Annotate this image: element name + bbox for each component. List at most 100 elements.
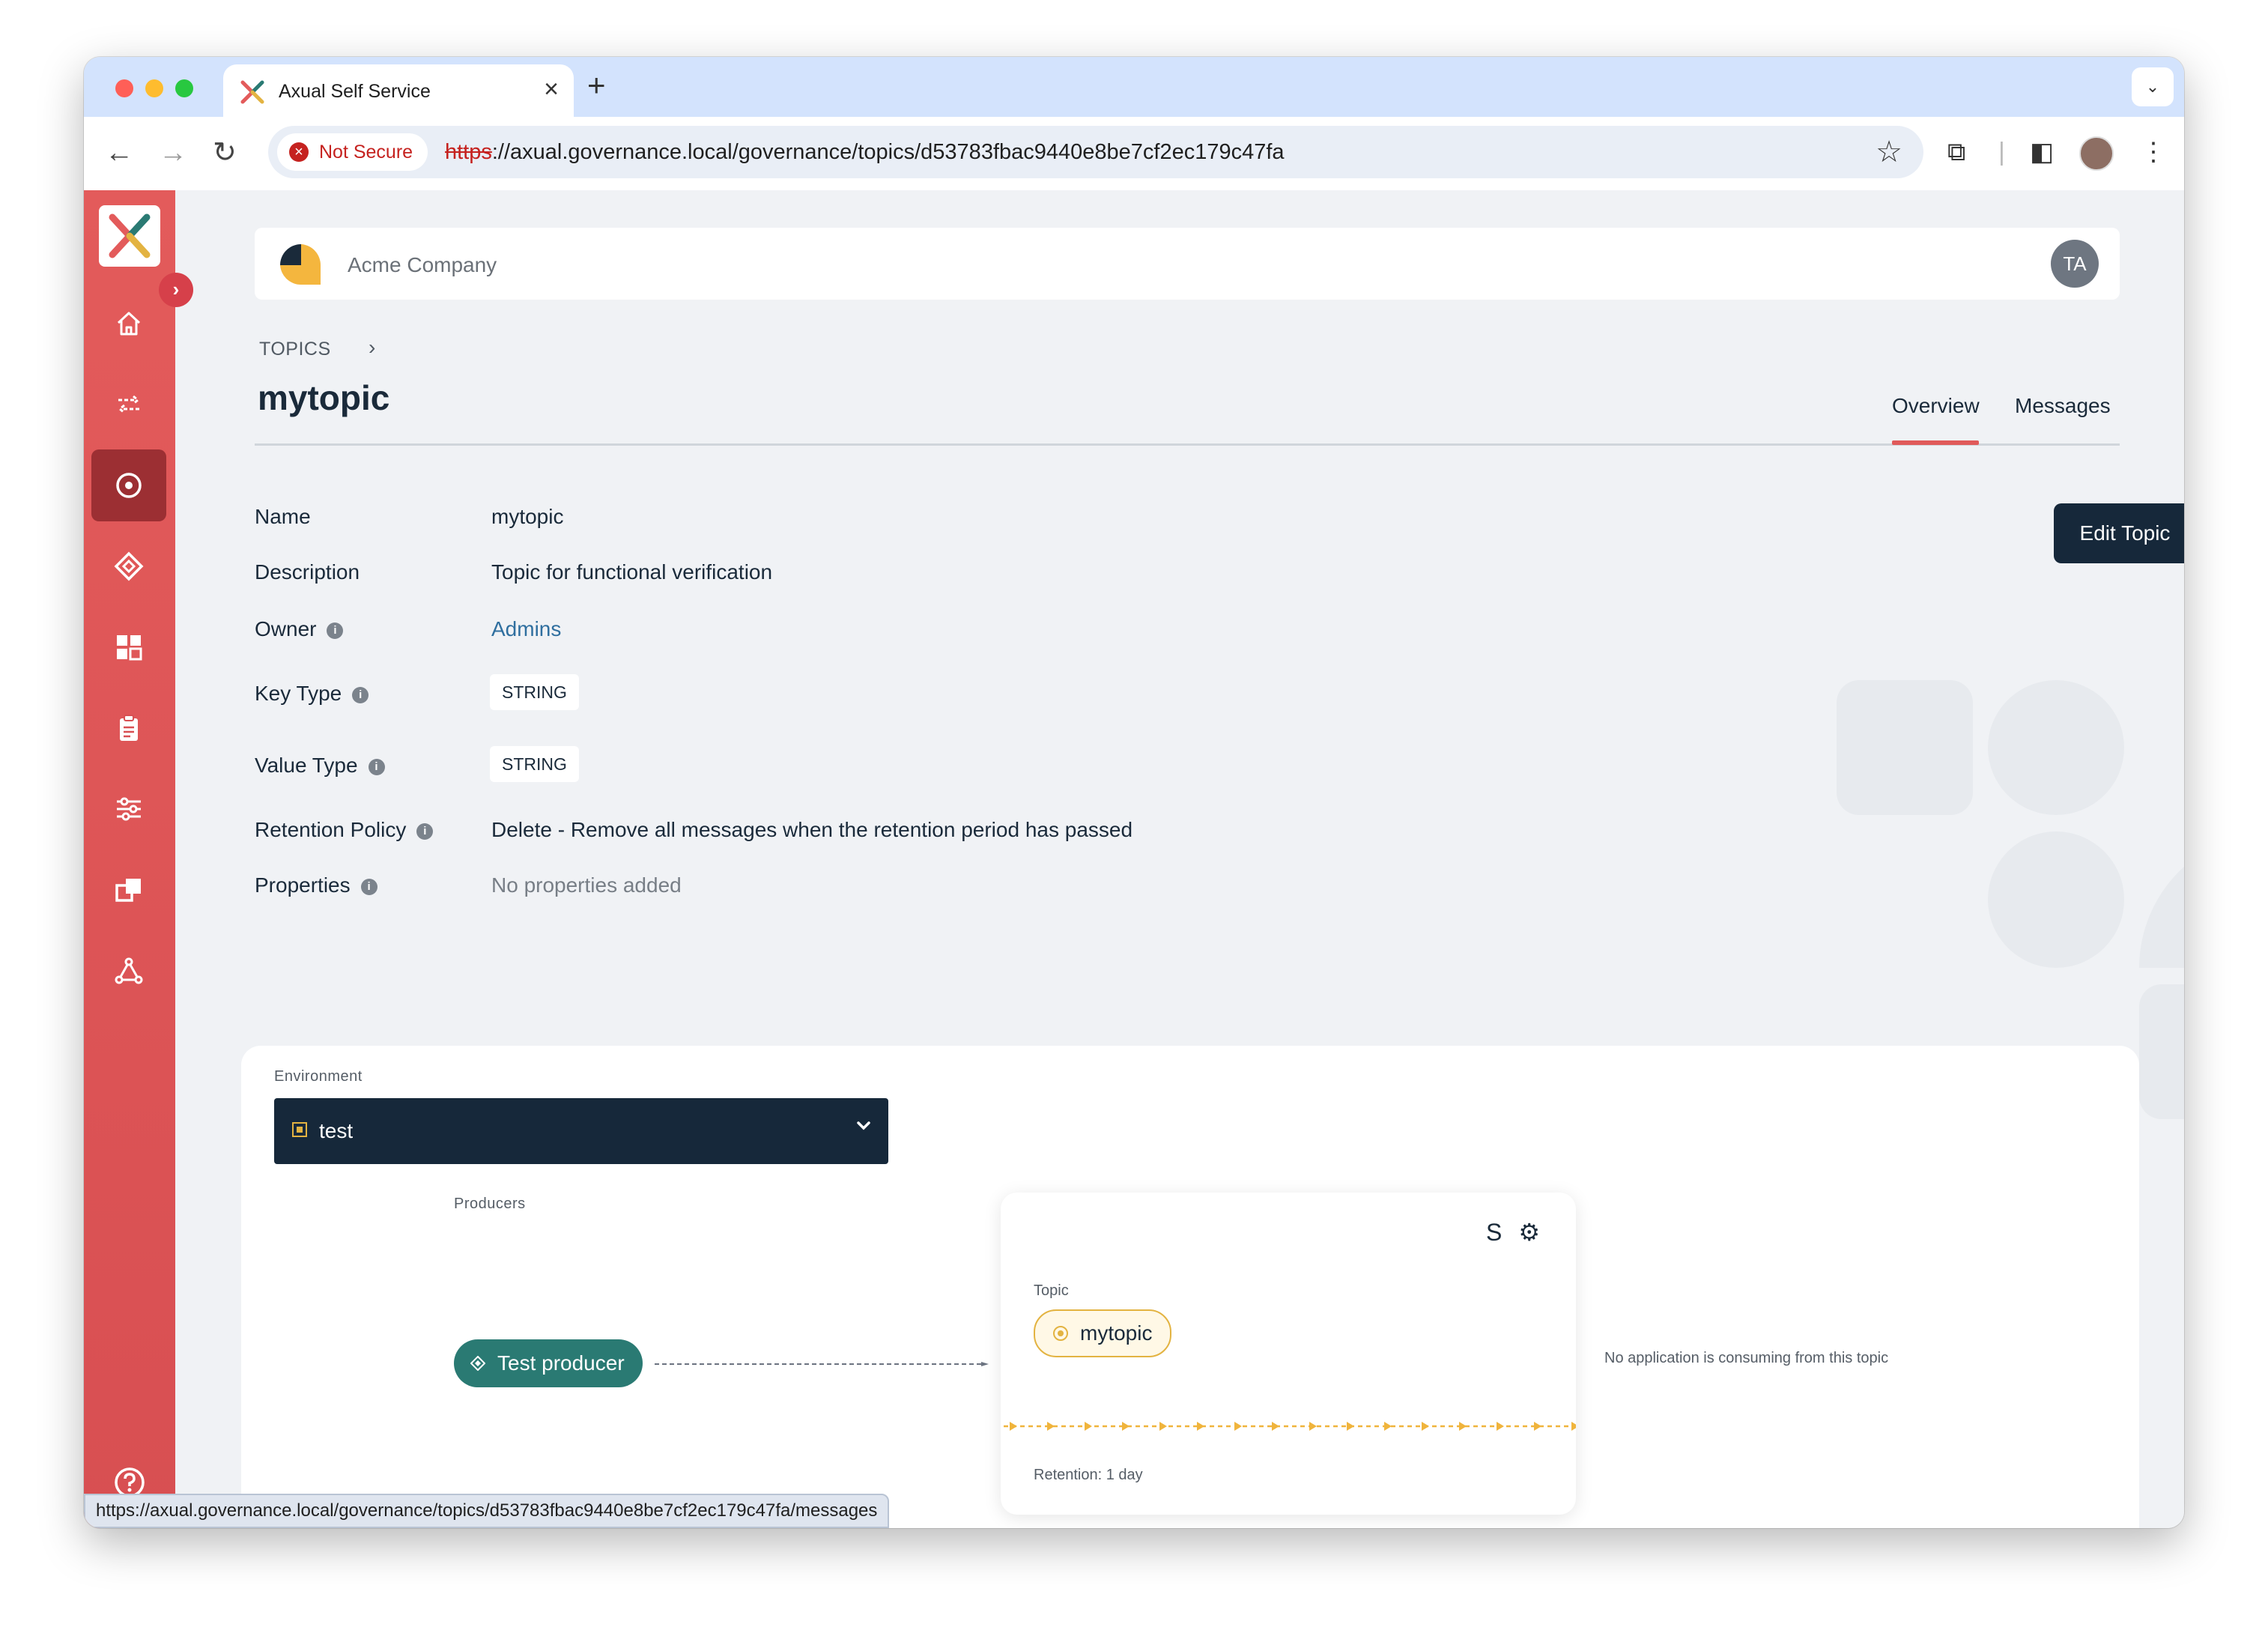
producer-node[interactable]: Test producer (454, 1339, 643, 1387)
producer-flow-arrow (655, 1362, 989, 1366)
streams-icon (118, 395, 140, 414)
instances-icon (115, 879, 141, 902)
info-icon[interactable]: i (327, 622, 344, 639)
background-decoration (1988, 680, 2124, 815)
network-icon (115, 957, 143, 984)
tab-strip: Axual Self Service × + ⌄ (84, 57, 2184, 117)
more-menu-icon[interactable]: ⋮ (2141, 133, 2166, 171)
environment-select[interactable]: test (274, 1098, 888, 1164)
nav-item-clipboard[interactable] (91, 692, 166, 764)
nav-item-home[interactable] (91, 288, 166, 360)
nav-item-settings[interactable] (91, 773, 166, 845)
retention-info: Retention: 1 day (1034, 1467, 1143, 1483)
value-type-label: Value Type (255, 754, 358, 777)
nav-item-dashboard[interactable] (91, 611, 166, 683)
tab-overview[interactable]: Overview (1892, 394, 1980, 418)
retention-value: Delete - Remove all messages when the re… (491, 818, 1133, 841)
reload-icon[interactable]: ↻ (213, 136, 237, 169)
page-title: mytopic (258, 378, 390, 417)
stream-arrowhead (1497, 1422, 1504, 1431)
expand-sidebar-button[interactable]: › (159, 273, 193, 307)
tab-messages[interactable]: Messages (2015, 394, 2111, 418)
url-text[interactable]: https://axual.governance.local/governanc… (445, 140, 1285, 165)
minimize-window-button[interactable] (145, 79, 163, 97)
info-icon[interactable]: i (368, 758, 385, 775)
tab-close-icon[interactable]: × (544, 76, 559, 102)
name-label: Name (255, 505, 311, 528)
sidebar: › (84, 190, 193, 1528)
topic-icon (1053, 1326, 1068, 1341)
info-icon[interactable]: i (360, 878, 378, 895)
background-decoration (1988, 831, 2124, 968)
key-type-field: Key Type i (255, 682, 369, 706)
url-path: ://axual.governance.local/governance/top… (491, 140, 1285, 164)
producers-label: Producers (454, 1196, 526, 1212)
address-bar[interactable]: × Not Secure https://axual.governance.lo… (268, 126, 1923, 178)
new-tab-button[interactable]: + (587, 67, 606, 103)
retention-field: Retention Policy i (255, 818, 434, 842)
axual-logo[interactable] (99, 205, 160, 267)
gear-icon[interactable]: ⚙ (1518, 1219, 1540, 1246)
stream-arrowhead (1571, 1422, 1576, 1431)
active-tab-indicator (1892, 440, 1979, 445)
not-secure-badge[interactable]: × Not Secure (277, 133, 428, 171)
info-icon[interactable]: i (352, 686, 369, 703)
description-value: Topic for functional verification (491, 560, 773, 584)
topic-node-card[interactable]: S ⚙ Topic mytopic Retention: 1 day (1001, 1193, 1576, 1515)
topic-pill[interactable]: mytopic (1034, 1309, 1172, 1357)
nav-item-applications[interactable] (91, 530, 166, 602)
owner-link[interactable]: Admins (491, 617, 561, 641)
breadcrumb-topics[interactable]: TOPICS (259, 339, 331, 360)
retention-label: Retention Policy (255, 818, 407, 841)
extensions-puzzle-icon[interactable]: ⧉ (1947, 133, 1965, 171)
nav-item-network[interactable] (91, 935, 166, 1007)
toolbar-divider: | (1998, 138, 2005, 166)
applications-icon (114, 551, 144, 581)
schema-icon[interactable]: S (1486, 1219, 1502, 1246)
key-type-label: Key Type (255, 682, 342, 705)
edit-topic-button[interactable]: Edit Topic (2054, 503, 2184, 563)
chevron-right-icon: › (369, 336, 376, 359)
nav-item-streams[interactable] (91, 369, 166, 440)
forward-arrow-icon[interactable]: → (159, 136, 187, 169)
owner-field: Owner i (255, 617, 344, 641)
user-avatar[interactable]: TA (2051, 240, 2099, 288)
application-icon (470, 1356, 485, 1371)
org-logo-icon (280, 244, 321, 285)
link-preview-status: https://axual.governance.local/governanc… (84, 1494, 890, 1528)
settings-sliders-icon (117, 797, 141, 821)
axual-logo-icon (109, 213, 151, 258)
tab-title: Axual Self Service (279, 81, 431, 102)
info-icon[interactable]: i (416, 822, 434, 840)
background-decoration (2139, 831, 2184, 968)
stream-arrowhead (1047, 1422, 1055, 1431)
nav-item-topics[interactable] (91, 449, 166, 521)
stream-arrowhead (1459, 1422, 1467, 1431)
profile-avatar[interactable] (2079, 136, 2114, 171)
nav-item-instances[interactable] (91, 854, 166, 926)
topology-card: Environment test Producers Test producer… (241, 1046, 2139, 1528)
name-value: mytopic (491, 505, 564, 528)
org-header: Acme Company TA (255, 228, 2120, 300)
bookmark-star-icon[interactable]: ☆ (1876, 135, 1902, 169)
topic-actions: S ⚙ (1486, 1218, 1540, 1246)
side-panel-icon[interactable]: ◧ (2030, 133, 2054, 171)
back-arrow-icon[interactable]: ← (105, 136, 133, 169)
stream-arrowhead (1122, 1422, 1130, 1431)
stream-arrowhead (1159, 1422, 1167, 1431)
home-icon (117, 312, 141, 336)
warning-icon: × (289, 142, 309, 162)
stream-arrowhead (1384, 1422, 1392, 1431)
stream-arrowhead (1010, 1422, 1017, 1431)
not-secure-label: Not Secure (319, 142, 413, 163)
chevron-down-icon (857, 1121, 870, 1130)
stream-arrowhead (1085, 1422, 1092, 1431)
browser-tab[interactable]: Axual Self Service × (223, 64, 574, 117)
value-type-chip: STRING (490, 746, 579, 782)
maximize-window-button[interactable] (175, 79, 193, 97)
topic-label: Topic (1034, 1282, 1069, 1299)
environment-label: Environment (274, 1068, 363, 1085)
close-window-button[interactable] (115, 79, 133, 97)
dashboard-icon (117, 635, 142, 661)
tab-search-chevron-icon[interactable]: ⌄ (2132, 67, 2174, 106)
